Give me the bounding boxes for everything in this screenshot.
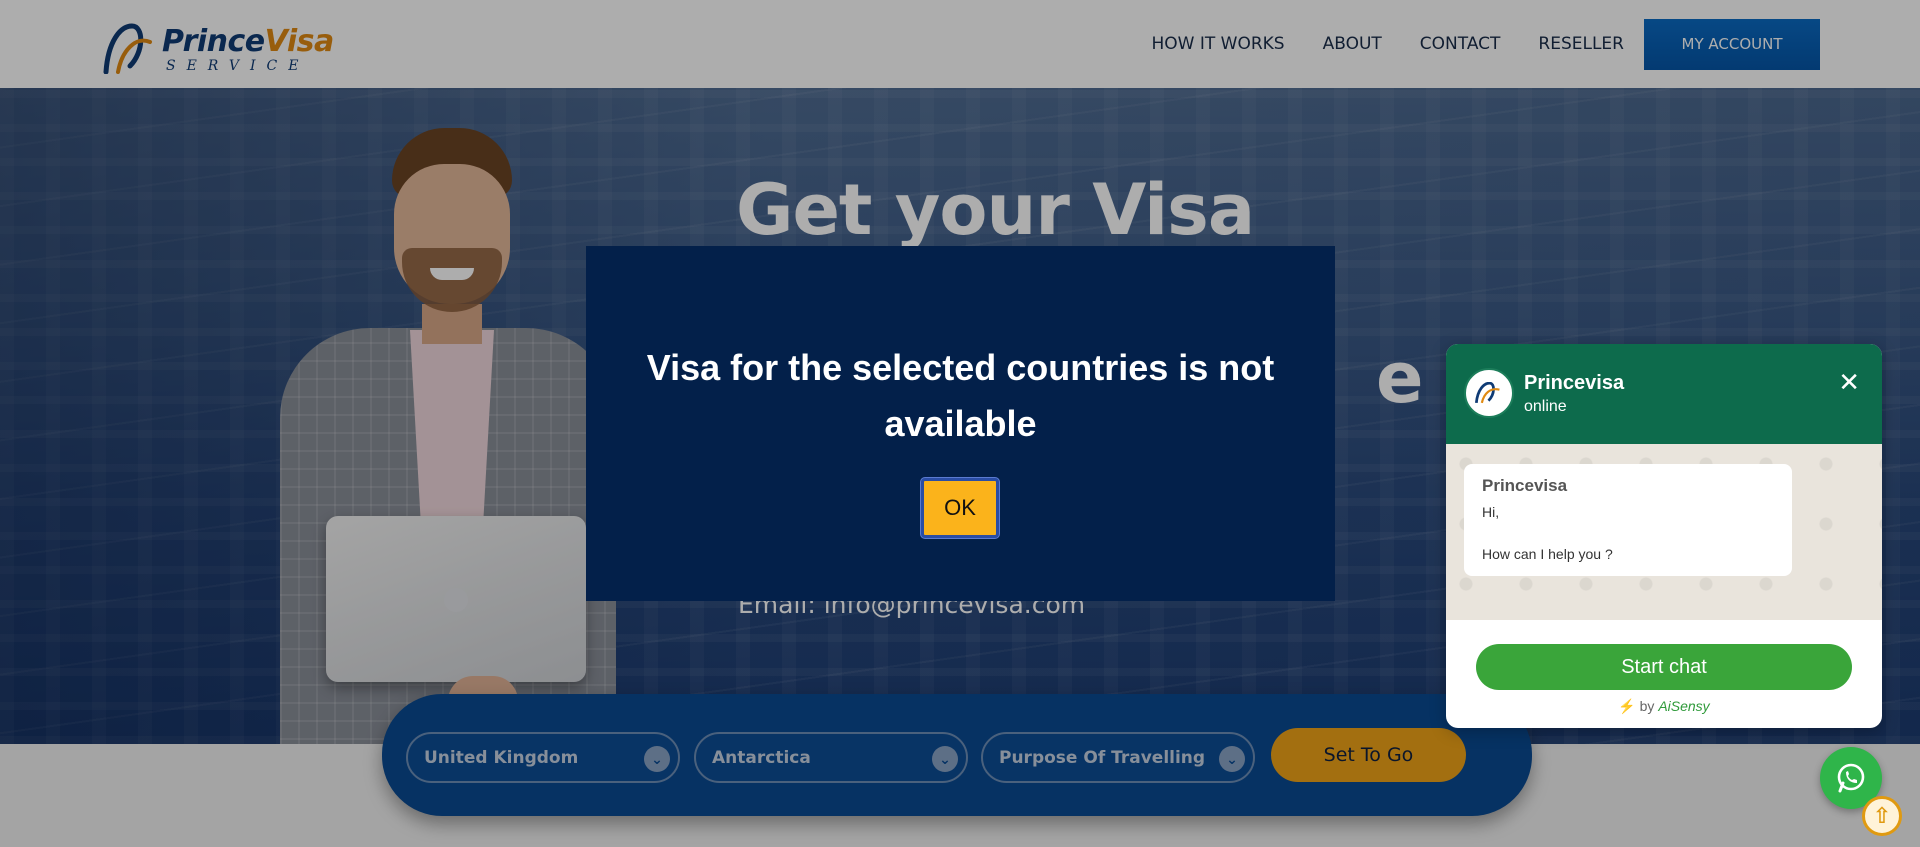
whatsapp-icon xyxy=(1837,763,1865,793)
alert-modal: Visa for the selected countries is not a… xyxy=(586,246,1335,601)
chat-message-sender: Princevisa xyxy=(1482,476,1568,495)
powered-by-prefix: by xyxy=(1639,698,1655,714)
chat-avatar xyxy=(1464,368,1514,418)
chat-message-line1: Hi, xyxy=(1482,504,1500,520)
start-chat-button[interactable]: Start chat xyxy=(1476,644,1852,690)
ok-button[interactable]: OK xyxy=(921,478,999,538)
chat-status: online xyxy=(1524,398,1567,415)
chat-header: Princevisa online ✕ xyxy=(1446,344,1882,444)
powered-by: ⚡ by AiSensy xyxy=(1446,698,1882,715)
logo-mark-icon xyxy=(1474,382,1500,404)
bolt-icon: ⚡ xyxy=(1618,698,1636,714)
close-icon[interactable]: ✕ xyxy=(1838,370,1860,396)
chat-agent-name: Princevisa xyxy=(1524,372,1625,394)
chat-body: Princevisa Hi, How can I help you ? xyxy=(1446,444,1882,620)
chat-widget: Princevisa online ✕ Princevisa Hi, How c… xyxy=(1446,344,1882,728)
powered-by-brand[interactable]: AiSensy xyxy=(1658,698,1709,714)
arrow-up-icon[interactable]: ⇧ xyxy=(1862,796,1902,836)
alert-message: Visa for the selected countries is not a… xyxy=(646,347,1275,444)
chat-message-line2: How can I help you ? xyxy=(1482,546,1613,562)
chat-message-bubble: Princevisa Hi, How can I help you ? xyxy=(1464,464,1792,576)
